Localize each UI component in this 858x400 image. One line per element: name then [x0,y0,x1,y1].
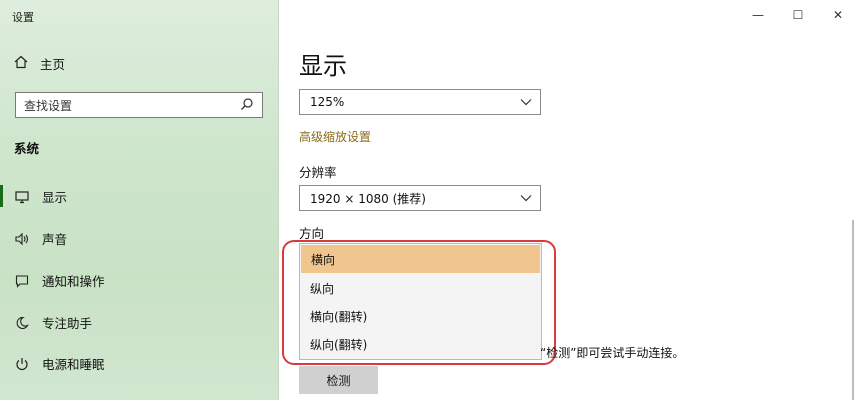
chevron-down-icon [520,191,532,205]
sidebar-item-label: 主页 [40,57,66,72]
sidebar-item-home[interactable]: 主页 [14,54,65,73]
search-placeholder: 查找设置 [24,98,73,113]
search-input[interactable]: 查找设置 [15,92,263,118]
minimize-button[interactable]: — [738,0,778,30]
window-controls: — ☐ ✕ [738,0,858,30]
speaker-icon [14,231,30,247]
detect-button[interactable]: 检测 [299,366,378,394]
moon-icon [14,315,30,331]
sidebar-item-sound[interactable]: 声音 [14,229,264,248]
scale-dropdown[interactable]: 125% [299,89,541,115]
sidebar-item-label: 声音 [42,232,68,247]
detect-note: “检测”即可尝试手动连接。 [540,346,685,360]
resolution-dropdown[interactable]: 1920 × 1080 (推荐) [299,185,541,211]
notification-icon [14,273,30,289]
advanced-scaling-link[interactable]: 高级缩放设置 [299,128,371,145]
app-title: 设置 [12,11,34,24]
scrollbar[interactable] [852,220,854,400]
page-title: 显示 [299,52,347,80]
close-button[interactable]: ✕ [818,0,858,30]
section-heading: 系统 [14,141,40,156]
search-icon [240,97,254,114]
monitor-icon [14,189,30,205]
active-indicator [0,185,3,207]
chevron-down-icon [520,95,532,109]
sidebar-item-display[interactable]: 显示 [14,187,264,206]
sidebar: 设置 主页 查找设置 系统 显示 声音 通知和操作 专注助手 电源和睡眠 [0,0,279,400]
sidebar-item-label: 通知和操作 [42,274,105,289]
sidebar-item-notifications[interactable]: 通知和操作 [14,271,264,290]
scale-value: 125% [310,95,345,109]
power-icon [14,356,30,372]
home-icon [14,55,28,72]
maximize-button[interactable]: ☐ [778,0,818,30]
sidebar-item-label: 专注助手 [42,316,93,331]
sidebar-item-focus-assist[interactable]: 专注助手 [14,313,264,332]
resolution-label: 分辨率 [299,165,337,180]
resolution-value: 1920 × 1080 (推荐) [310,191,426,206]
red-highlight-annotation [282,240,556,365]
sidebar-item-label: 显示 [42,190,68,205]
sidebar-item-power[interactable]: 电源和睡眠 [14,354,264,373]
sidebar-item-label: 电源和睡眠 [42,357,105,372]
